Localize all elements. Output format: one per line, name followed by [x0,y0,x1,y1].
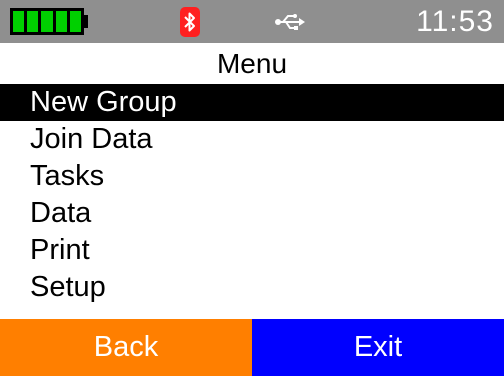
clock: 11:53 [416,5,494,38]
page-title: Menu [216,48,288,79]
back-button[interactable]: Back [0,319,252,376]
menu-item-new-group[interactable]: New Group [0,84,504,121]
menu-item-print[interactable]: Print [0,232,504,269]
battery-cell [55,11,67,32]
menu-item-data[interactable]: Data [0,195,504,232]
battery-cell [41,11,53,32]
battery-icon [10,8,84,35]
exit-button[interactable]: Exit [252,319,504,376]
device-screen: 11:53 Menu New Group Join Data Tasks Dat… [0,0,504,376]
battery-cell [13,11,25,32]
battery-cell [69,11,82,32]
menu-list: New Group Join Data Tasks Data Print Set… [0,84,504,306]
status-bar: 11:53 [0,0,504,43]
bluetooth-icon [180,7,200,37]
usb-icon [275,14,305,30]
menu-item-setup[interactable]: Setup [0,269,504,306]
softkey-bar: Back Exit [0,319,504,376]
menu-item-join-data[interactable]: Join Data [0,121,504,158]
menu-item-tasks[interactable]: Tasks [0,158,504,195]
battery-cell [27,11,39,32]
battery-tip [84,15,88,28]
